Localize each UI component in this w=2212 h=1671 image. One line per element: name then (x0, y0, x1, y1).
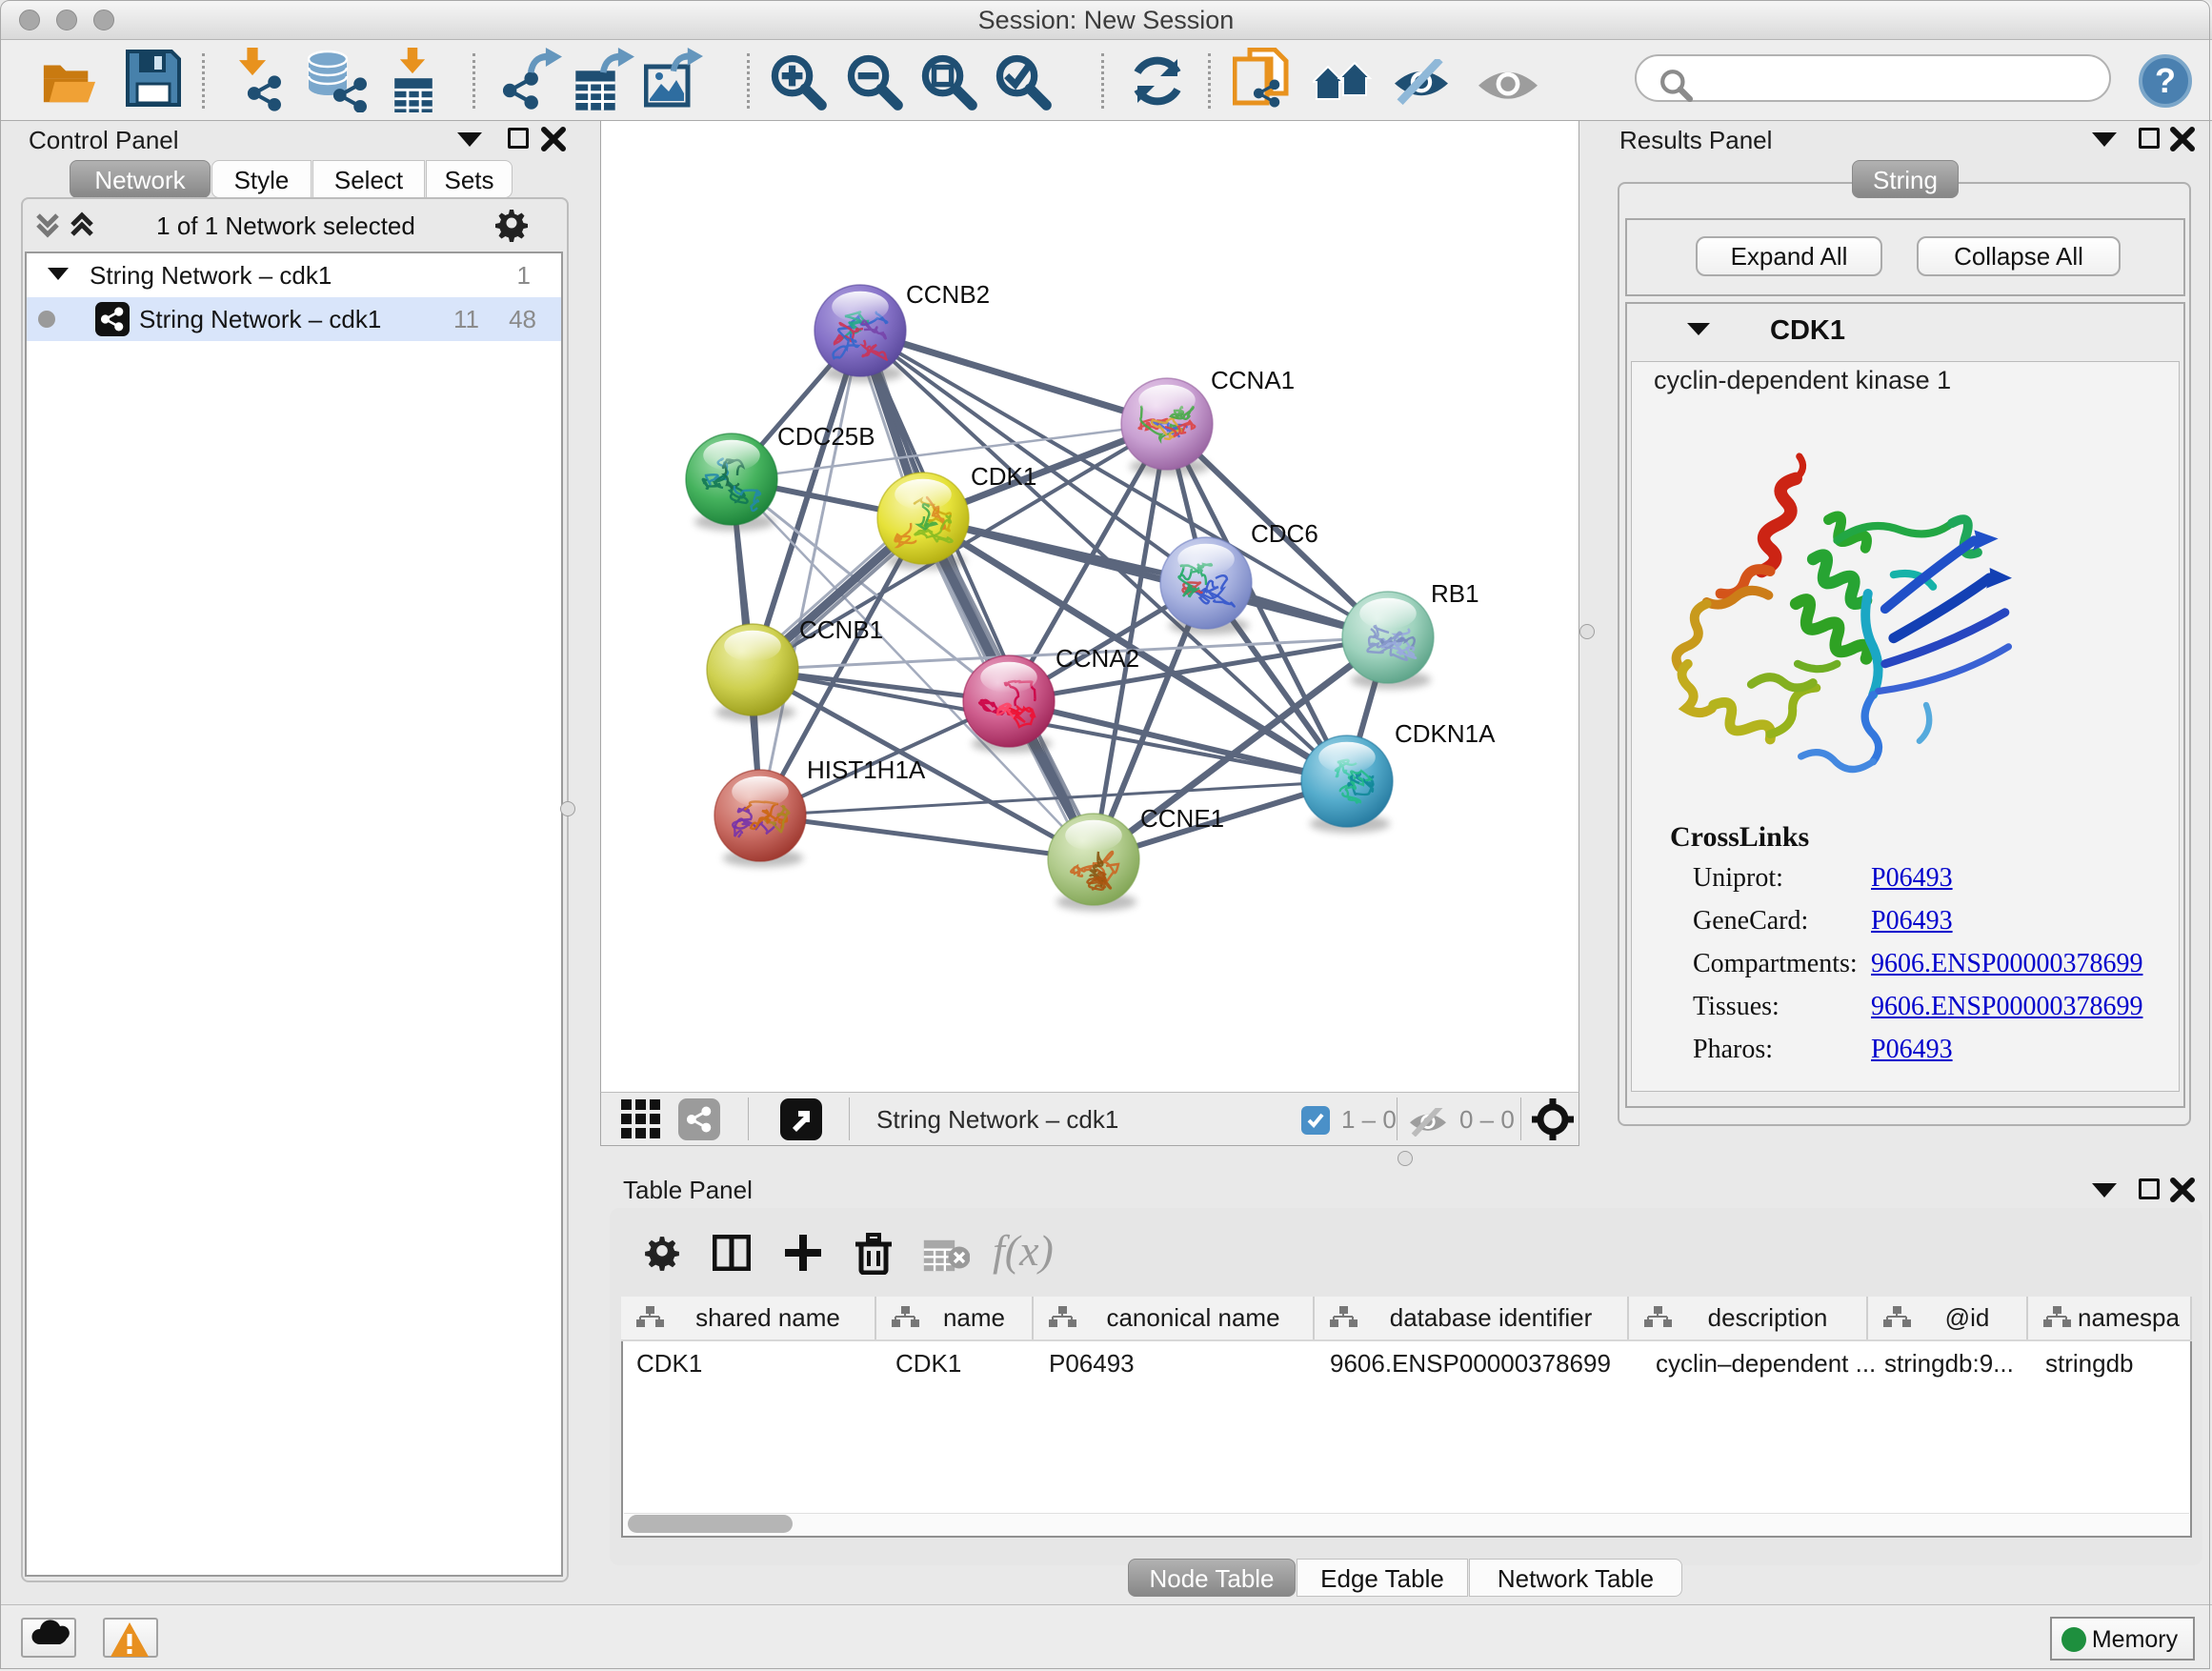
svg-text:CDKN1A: CDKN1A (1395, 719, 1496, 748)
svg-text:CDC6: CDC6 (1251, 519, 1318, 548)
svg-text:CCNE1: CCNE1 (1140, 804, 1224, 833)
svg-text:CCNB2: CCNB2 (906, 280, 990, 309)
svg-text:CDK1: CDK1 (971, 462, 1036, 491)
svg-text:CCNA1: CCNA1 (1211, 366, 1295, 394)
svg-text:RB1: RB1 (1431, 579, 1479, 608)
svg-text:?: ? (2155, 61, 2176, 100)
svg-text:HIST1H1A: HIST1H1A (807, 755, 926, 784)
svg-text:CCNB1: CCNB1 (799, 615, 883, 644)
svg-text:CCNA2: CCNA2 (1056, 644, 1139, 673)
svg-text:CDC25B: CDC25B (777, 422, 875, 451)
